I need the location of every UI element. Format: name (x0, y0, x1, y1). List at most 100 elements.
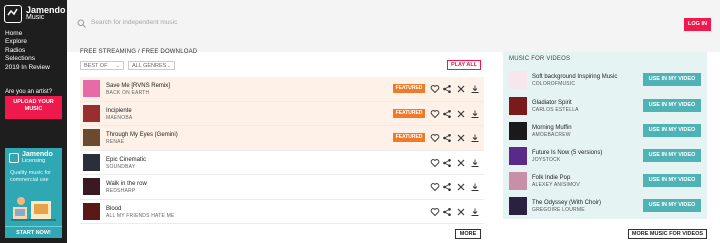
track-title[interactable]: Blood (106, 206, 121, 212)
download-icon[interactable] (470, 158, 480, 168)
share-icon[interactable] (442, 158, 452, 168)
start-now-button[interactable]: START NOW! (5, 226, 62, 238)
track-row[interactable]: Blood ALL MY FRIENDS HATE ME (80, 200, 484, 224)
download-icon[interactable] (470, 182, 480, 192)
track-title[interactable]: Epic Cinematic (106, 157, 146, 163)
use-in-my-video-button[interactable]: USE IN MY VIDEO (643, 174, 701, 187)
track-cover[interactable] (83, 202, 100, 220)
video-track-row[interactable]: The Odyssey (With Choir) GREGOIRE LOURME… (503, 194, 707, 221)
share-icon[interactable] (442, 84, 452, 94)
video-track-artist[interactable]: COLOROFMUSIC (532, 81, 575, 87)
download-icon[interactable] (470, 84, 480, 94)
add-to-playlist-icon[interactable] (456, 109, 466, 119)
featured-badge: FEATURED (393, 133, 425, 142)
sidebar-item-2019-in-review[interactable]: 2019 In Review (5, 64, 50, 72)
genres-filter[interactable]: ALL GENRES ⌄ (128, 61, 175, 70)
track-title[interactable]: Incipiente (106, 108, 132, 114)
use-in-my-video-button[interactable]: USE IN MY VIDEO (643, 99, 701, 112)
video-track-row[interactable]: Morning Muffin AMOEBACREW USE IN MY VIDE… (503, 119, 707, 146)
heart-icon[interactable] (430, 207, 440, 217)
video-track-cover[interactable] (509, 197, 527, 215)
sidebar-nav: Home Explore Radios Selections 2019 In R… (5, 30, 50, 72)
play-all-button[interactable]: PLAY ALL (447, 60, 481, 70)
video-track-title[interactable]: Folk Indie Pop (532, 175, 570, 181)
use-in-my-video-button[interactable]: USE IN MY VIDEO (643, 199, 701, 212)
track-artist[interactable]: MAENOBA (106, 115, 132, 121)
heart-icon[interactable] (430, 133, 440, 143)
track-row[interactable]: Save Me [RVNS Remix] BACK ON EARTH FEATU… (80, 77, 484, 102)
track-artist[interactable]: SOUNDBAY (106, 164, 135, 170)
sidebar-item-explore[interactable]: Explore (5, 38, 50, 46)
video-track-title[interactable]: Soft background Inspiring Music (532, 74, 617, 80)
video-track-row[interactable]: Gladiator Spirit CARLOS ESTELLA USE IN M… (503, 94, 707, 121)
video-track-cover[interactable] (509, 147, 527, 165)
promo-brand-sub: Licensing (22, 158, 46, 164)
top-bar: LOG IN (67, 0, 720, 52)
track-row[interactable]: Epic Cinematic SOUNDBAY (80, 151, 484, 175)
video-track-row[interactable]: Folk Indie Pop ALEXEY ANISIMOV USE IN MY… (503, 169, 707, 196)
video-track-row[interactable]: Soft background Inspiring Music COLOROFM… (503, 68, 707, 95)
share-icon[interactable] (442, 109, 452, 119)
video-track-title[interactable]: The Odyssey (With Choir) (532, 200, 601, 206)
video-track-title[interactable]: Gladiator Spirit (532, 100, 572, 106)
licensing-promo[interactable]: Jamendo Licensing Quality music for comm… (5, 148, 62, 238)
track-cover[interactable] (83, 129, 100, 146)
video-track-cover[interactable] (509, 71, 527, 89)
track-artist[interactable]: REDSHARP (106, 188, 135, 194)
video-track-cover[interactable] (509, 172, 527, 190)
sidebar-item-selections[interactable]: Selections (5, 55, 50, 63)
heart-icon[interactable] (430, 109, 440, 119)
use-in-my-video-button[interactable]: USE IN MY VIDEO (643, 124, 701, 137)
track-cover[interactable] (83, 178, 100, 195)
share-icon[interactable] (442, 207, 452, 217)
add-to-playlist-icon[interactable] (456, 207, 466, 217)
heart-icon[interactable] (430, 158, 440, 168)
promo-illustration-icon (11, 197, 56, 221)
use-in-my-video-button[interactable]: USE IN MY VIDEO (643, 149, 701, 162)
sidebar-item-radios[interactable]: Radios (5, 47, 50, 55)
heart-icon[interactable] (430, 182, 440, 192)
track-artist[interactable]: BACK ON EARTH (106, 90, 149, 96)
video-track-artist[interactable]: JOYSTOCK (532, 157, 560, 163)
heart-icon[interactable] (430, 84, 440, 94)
video-track-title[interactable]: Morning Muffin (532, 125, 572, 131)
track-row[interactable]: Incipiente MAENOBA FEATURED (80, 101, 484, 126)
track-row[interactable]: Through My Eyes (Gemini) RENAE FEATURED (80, 126, 484, 151)
track-cover[interactable] (83, 153, 100, 171)
video-track-cover[interactable] (509, 122, 527, 140)
track-title[interactable]: Through My Eyes (Gemini) (106, 132, 178, 138)
upload-music-button[interactable]: UPLOAD YOUR MUSIC (5, 96, 62, 119)
more-music-for-videos-button[interactable]: MORE MUSIC FOR VIDEOS (628, 229, 707, 239)
add-to-playlist-icon[interactable] (456, 182, 466, 192)
sidebar-item-home[interactable]: Home (5, 30, 50, 38)
track-cover[interactable] (83, 104, 100, 122)
video-track-artist[interactable]: GREGOIRE LOURME (532, 207, 585, 213)
best-of-filter[interactable]: BEST OF ⌄ (80, 61, 124, 70)
use-in-my-video-button[interactable]: USE IN MY VIDEO (643, 73, 701, 86)
download-icon[interactable] (470, 109, 480, 119)
track-cover[interactable] (83, 80, 100, 97)
add-to-playlist-icon[interactable] (456, 84, 466, 94)
logo-sub: Music (26, 14, 45, 21)
download-icon[interactable] (470, 207, 480, 217)
add-to-playlist-icon[interactable] (456, 133, 466, 143)
track-title[interactable]: Save Me [RVNS Remix] (106, 83, 170, 89)
login-button[interactable]: LOG IN (684, 18, 711, 31)
share-icon[interactable] (442, 182, 452, 192)
video-track-artist[interactable]: ALEXEY ANISIMOV (532, 182, 580, 188)
download-icon[interactable] (470, 133, 480, 143)
track-artist[interactable]: RENAE (106, 139, 124, 145)
video-track-artist[interactable]: AMOEBACREW (532, 132, 571, 138)
jamendo-logo[interactable]: Jamendo Music (4, 5, 66, 23)
more-tracks-button[interactable]: MORE (455, 229, 481, 239)
track-artist[interactable]: ALL MY FRIENDS HATE ME (106, 213, 175, 219)
video-track-artist[interactable]: CARLOS ESTELLA (532, 107, 579, 113)
share-icon[interactable] (442, 133, 452, 143)
search-input[interactable] (91, 19, 391, 26)
video-track-title[interactable]: Future Is Now (5 versions) (532, 150, 602, 156)
add-to-playlist-icon[interactable] (456, 158, 466, 168)
track-title[interactable]: Walk in the row (106, 181, 147, 187)
video-track-row[interactable]: Future Is Now (5 versions) JOYSTOCK USE … (503, 144, 707, 171)
video-track-cover[interactable] (509, 97, 527, 115)
track-row[interactable]: Walk in the row REDSHARP (80, 175, 484, 200)
